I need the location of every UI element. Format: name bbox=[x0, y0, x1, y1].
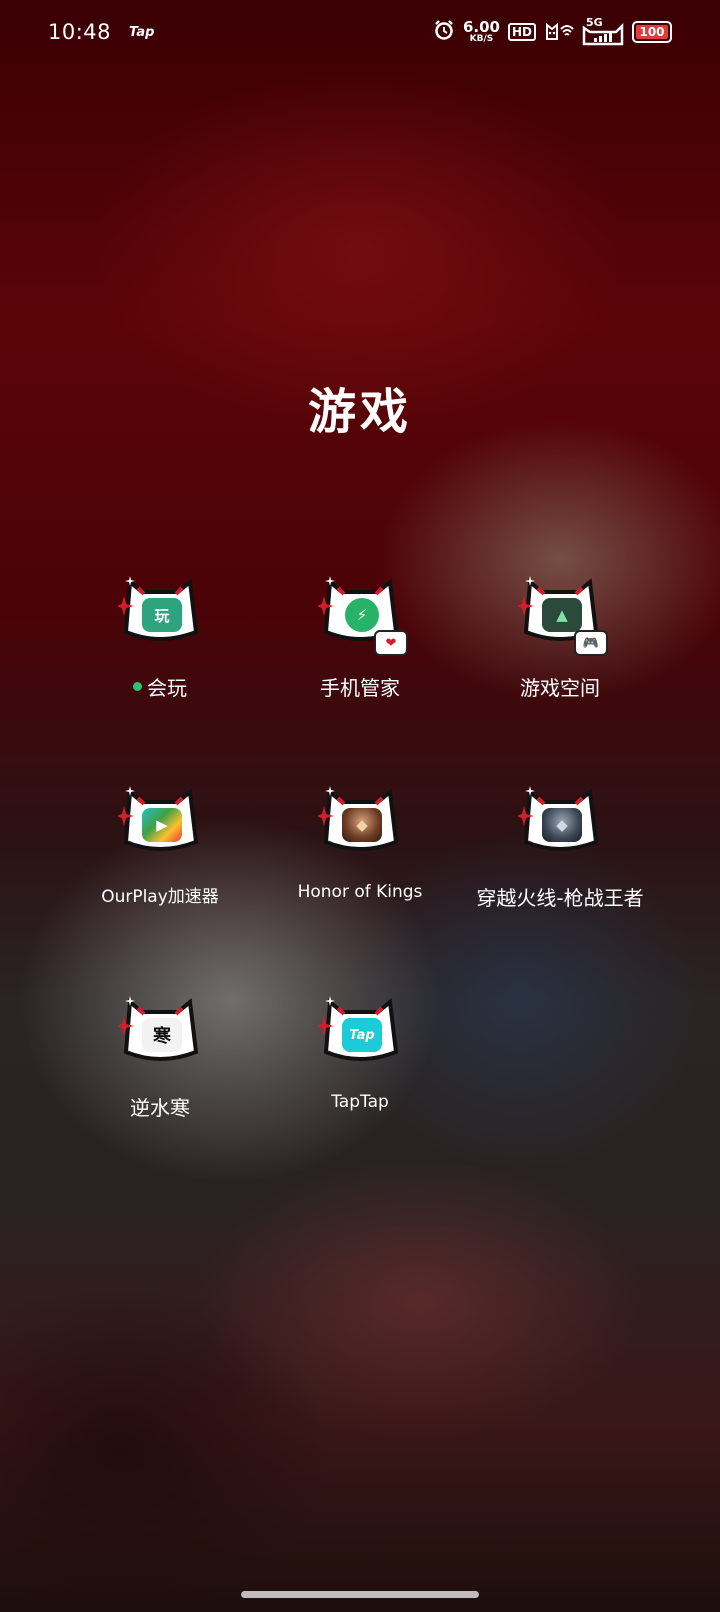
network-speed: 6.00 KB/S bbox=[463, 20, 500, 44]
app-phone-manager[interactable]: ⚡ ❤ 手机管家 bbox=[260, 568, 460, 701]
status-bar: 10:48 Tap 6.00 KB/S HD 5G 100 bbox=[0, 0, 720, 64]
status-left: 10:48 Tap bbox=[48, 20, 154, 44]
honor-of-kings-icon: ◆ bbox=[318, 778, 402, 862]
app-huiwan[interactable]: 玩 会玩 bbox=[60, 568, 260, 701]
taptap-glyph: Tap bbox=[342, 1018, 382, 1052]
crossfire-glyph: ◆ bbox=[542, 808, 582, 842]
taptap-icon: Tap bbox=[318, 988, 402, 1072]
home-indicator[interactable] bbox=[241, 1591, 479, 1598]
app-label-honor-of-kings: Honor of Kings bbox=[297, 882, 423, 902]
gamepad-badge-icon: 🎮 bbox=[574, 630, 608, 656]
app-label-game-space: 游戏空间 bbox=[520, 676, 600, 700]
app-ourplay[interactable]: ▶ OurPlay加速器 bbox=[60, 778, 260, 907]
network-speed-unit: KB/S bbox=[469, 34, 494, 44]
honor-of-kings-glyph: ◆ bbox=[342, 808, 382, 842]
clock: 10:48 bbox=[48, 20, 112, 44]
signal-5g-icon: 5G bbox=[582, 16, 624, 46]
new-dot bbox=[133, 682, 142, 691]
red-badge-icon: ❤ bbox=[374, 630, 408, 656]
battery-level: 100 bbox=[639, 25, 665, 39]
app-crossfire[interactable]: ◆ 穿越火线-枪战王者 bbox=[460, 778, 660, 911]
app-label-taptap: TapTap bbox=[331, 1092, 389, 1112]
app-label-crossfire: 穿越火线-枪战王者 bbox=[476, 886, 644, 910]
battery-icon: 100 bbox=[632, 21, 672, 43]
ourplay-icon: ▶ bbox=[118, 778, 202, 862]
app-nishuihan[interactable]: 寒 逆水寒 bbox=[60, 988, 260, 1121]
app-label-nishuihan: 逆水寒 bbox=[130, 1096, 190, 1120]
hd-icon: HD bbox=[507, 23, 536, 41]
app-label-text: 会玩 bbox=[147, 676, 187, 700]
ourplay-glyph: ▶ bbox=[142, 808, 182, 842]
app-label-phone-manager: 手机管家 bbox=[320, 676, 400, 700]
game-space-glyph: ▲ bbox=[542, 598, 582, 632]
nishuihan-icon: 寒 bbox=[118, 988, 202, 1072]
folder-title[interactable]: 游戏 bbox=[0, 372, 720, 442]
app-game-space[interactable]: ▲ 🎮 游戏空间 bbox=[460, 568, 660, 701]
crossfire-icon: ◆ bbox=[518, 778, 602, 862]
app-label-huiwan: 会玩 bbox=[133, 672, 187, 701]
alarm-icon bbox=[433, 19, 455, 45]
phone-manager-glyph: ⚡ bbox=[345, 598, 379, 632]
app-taptap[interactable]: Tap TapTap bbox=[260, 988, 460, 1112]
nishuihan-glyph: 寒 bbox=[142, 1018, 182, 1052]
phone-manager-icon: ⚡ ❤ bbox=[318, 568, 408, 656]
app-honor-of-kings[interactable]: ◆ Honor of Kings bbox=[260, 778, 460, 902]
huiwan-glyph: 玩 bbox=[142, 598, 182, 632]
network-speed-value: 6.00 bbox=[462, 18, 500, 36]
signal-5g-label: 5G bbox=[586, 16, 603, 29]
game-space-icon: ▲ 🎮 bbox=[518, 568, 608, 656]
cat-wifi-icon bbox=[544, 19, 574, 45]
taptap-notification-icon: Tap bbox=[129, 24, 155, 40]
status-right: 6.00 KB/S HD 5G 100 bbox=[433, 16, 672, 46]
app-label-ourplay: OurPlay加速器 bbox=[101, 887, 219, 907]
huiwan-icon: 玩 bbox=[118, 568, 202, 652]
